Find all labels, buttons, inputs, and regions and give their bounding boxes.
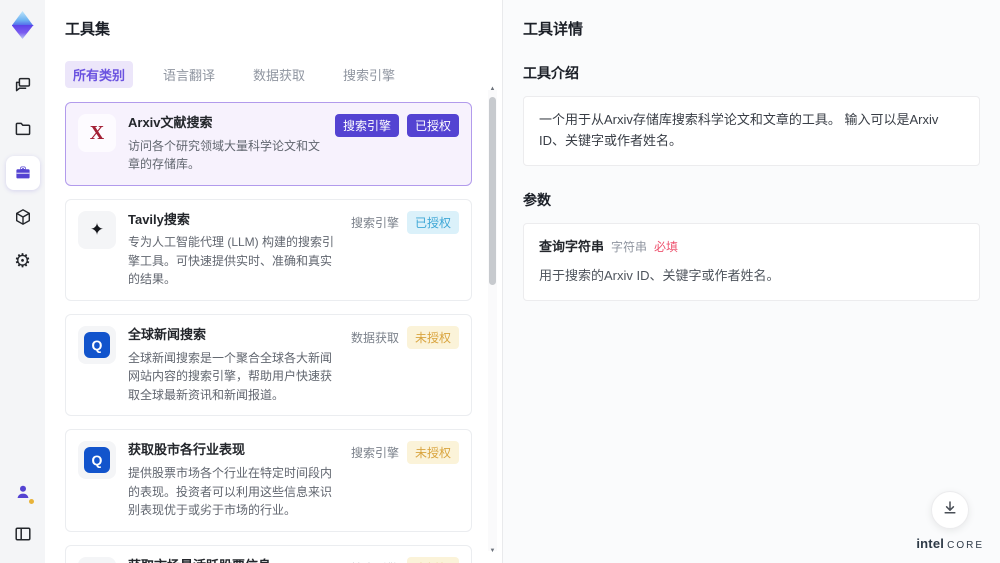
category-badge: 搜索引擎 [351,557,399,563]
tool-list: X Arxiv文献搜索 访问各个研究领域大量科学论文和文章的存储库。 搜索引擎 … [65,102,480,563]
scroll-down-arrow[interactable]: ▼ [488,548,497,554]
category-tabs: 所有类别 语言翻译 数据获取 搜索引擎 [65,61,480,88]
brand-name: intel [916,536,945,551]
tool-card-body: 获取市场最活跃股票信息 提供当天交易量最高的股票列表，投资者可以利用这些信息来识… [128,557,339,563]
tool-card[interactable]: ✦ Tavily搜索 专为人工智能代理 (LLM) 构建的搜索引擎工具。可快速提… [65,198,472,302]
sidebar-nav: ⚙ [5,68,40,278]
tool-icon-wrap: X [78,114,116,152]
tool-icon-wrap: Q [78,441,116,480]
tool-card-badges: 搜索引擎 未授权 [351,556,459,563]
tool-card[interactable]: Q 获取股市各行业表现 提供股票市场各个行业在特定时间段内的表现。投资者可以利用… [65,429,472,532]
category-badge: 数据获取 [350,331,399,346]
auth-status-badge: 未授权 [406,441,459,465]
scroll-up-arrow[interactable]: ▲ [488,86,497,92]
sidebar-item-account[interactable] [6,475,40,509]
tool-card-badges: 搜索引擎 已授权 [334,114,459,137]
news-icon: Q [84,332,110,359]
tool-title: 获取市场最活跃股票信息 [128,557,339,563]
auth-status-badge: 未授权 [406,556,459,563]
intro-text: 一个用于从Arxiv存储库搜索科学论文和文章的工具。 输入可以是Arxiv ID… [539,112,939,148]
tool-icon-wrap: Q [78,556,116,563]
param-box: 查询字符串 字符串 必填 用于搜索的Arxiv ID、关键字或作者姓名。 [523,222,980,302]
auth-status-badge: 已授权 [406,210,459,234]
tool-title: Tavily搜索 [128,211,190,227]
sidebar-item-chat[interactable] [6,68,40,102]
params-heading: 参数 [523,191,551,208]
intro-box: 一个用于从Arxiv存储库搜索科学论文和文章的工具。 输入可以是Arxiv ID… [523,96,980,166]
param-name: 查询字符串 [539,238,605,254]
auth-status-badge: 已授权 [406,114,459,137]
tool-description: 访问各个研究领域大量科学论文和文章的存储库。 [128,138,321,172]
param-description: 用于搜索的Arxiv ID、关键字或作者姓名。 [539,268,780,284]
corner-widgets: intel CORE [916,491,984,551]
download-button[interactable] [931,491,970,529]
toolbox-icon [13,163,33,183]
tool-detail-panel: 工具详情 工具介绍 一个用于从Arxiv存储库搜索科学论文和文章的工具。 输入可… [503,0,1000,563]
tool-card-body: 全球新闻搜索 全球新闻搜索是一个聚合全球各大新闻网站内容的搜索引擎，帮助用户快速… [128,326,339,404]
tool-card-body: 获取股市各行业表现 提供股票市场各个行业在特定时间段内的表现。投资者可以利用这些… [128,441,339,519]
page-title: 工具集 [65,21,111,38]
tool-description: 专为人工智能代理 (LLM) 构建的搜索引擎工具。可快速提供实时、准确和真实的结… [128,235,335,287]
user-icon [8,477,38,507]
tab-search-engine[interactable]: 搜索引擎 [335,61,403,88]
cube-icon [13,207,33,227]
tool-card-badges: 搜索引擎 未授权 [350,441,459,465]
tab-all-categories[interactable]: 所有类别 [65,61,134,88]
sidebar-item-collapse[interactable] [6,517,40,551]
app-logo [8,10,38,40]
category-badge: 搜索引擎 [350,215,399,230]
category-badge: 搜索引擎 [334,114,399,137]
param-required-flag: 必填 [654,239,679,254]
intel-core-logo: intel CORE [916,536,984,551]
intro-heading: 工具介绍 [523,65,579,81]
sidebar-item-tools[interactable] [5,156,40,190]
tool-description: 全球新闻搜索是一个聚合全球各大新闻网站内容的搜索引擎，帮助用户快速获取全球最新资… [128,350,333,402]
tool-card-badges: 搜索引擎 已授权 [350,210,459,234]
detail-title: 工具详情 [523,21,584,38]
arxiv-icon: X [89,121,105,144]
tool-title: 全球新闻搜索 [128,327,207,343]
sidebar-item-files[interactable] [6,112,40,146]
panel-toggle-icon [13,524,33,544]
chat-icon [13,75,33,95]
tool-card[interactable]: Q 全球新闻搜索 全球新闻搜索是一个聚合全球各大新闻网站内容的搜索引擎，帮助用户… [65,314,472,417]
auth-status-badge: 未授权 [406,326,459,350]
tool-title: 获取股市各行业表现 [128,442,246,458]
download-icon [941,499,959,522]
tool-icon-wrap: Q [78,326,116,365]
star-icon: ✦ [89,219,105,239]
tool-description: 提供股票市场各个行业在特定时间段内的表现。投资者可以利用这些信息来识别表现优于或… [128,465,333,518]
tool-card-body: Tavily搜索 专为人工智能代理 (LLM) 构建的搜索引擎工具。可快速提供实… [128,211,339,289]
brand-sub: CORE [947,540,984,551]
tab-data-fetch[interactable]: 数据获取 [245,61,313,88]
tab-language-translation[interactable]: 语言翻译 [155,61,223,88]
tool-list-panel: 工具集 所有类别 语言翻译 数据获取 搜索引擎 X Arxiv文献搜索 访问各个… [45,0,503,563]
category-badge: 搜索引擎 [350,446,399,461]
tool-title: Arxiv文献搜索 [128,115,213,130]
tool-card[interactable]: X Arxiv文献搜索 访问各个研究领域大量科学论文和文章的存储库。 搜索引擎 … [65,102,472,186]
status-dot [28,499,34,504]
tool-card-badges: 数据获取 未授权 [350,326,459,350]
tool-icon-wrap: ✦ [78,210,116,249]
logo-gem-bottom [11,25,34,39]
logo-gem-top [11,11,34,26]
tool-card-body: Arxiv文献搜索 访问各个研究领域大量科学论文和文章的存储库。 [128,114,323,174]
sidebar-item-models[interactable] [6,200,40,234]
app-window: ⚙ 工具集 所有类别 语言翻译 数据获取 搜索引擎 X Arxiv文献搜索 访问… [0,0,1000,563]
sidebar-bottom [6,475,40,551]
news-icon: Q [84,447,110,474]
param-header: 查询字符串 字符串 必填 [539,237,964,258]
sidebar-item-settings[interactable]: ⚙ [6,244,40,278]
folder-icon [13,119,33,139]
gear-icon: ⚙ [13,250,32,272]
tool-card[interactable]: Q 获取市场最活跃股票信息 提供当天交易量最高的股票列表，投资者可以利用这些信息… [65,544,472,563]
param-type: 字符串 [611,239,648,254]
scrollbar-thumb[interactable] [489,97,496,285]
scrollbar[interactable]: ▲ ▼ [488,86,497,554]
sidebar-rail: ⚙ [0,0,45,563]
